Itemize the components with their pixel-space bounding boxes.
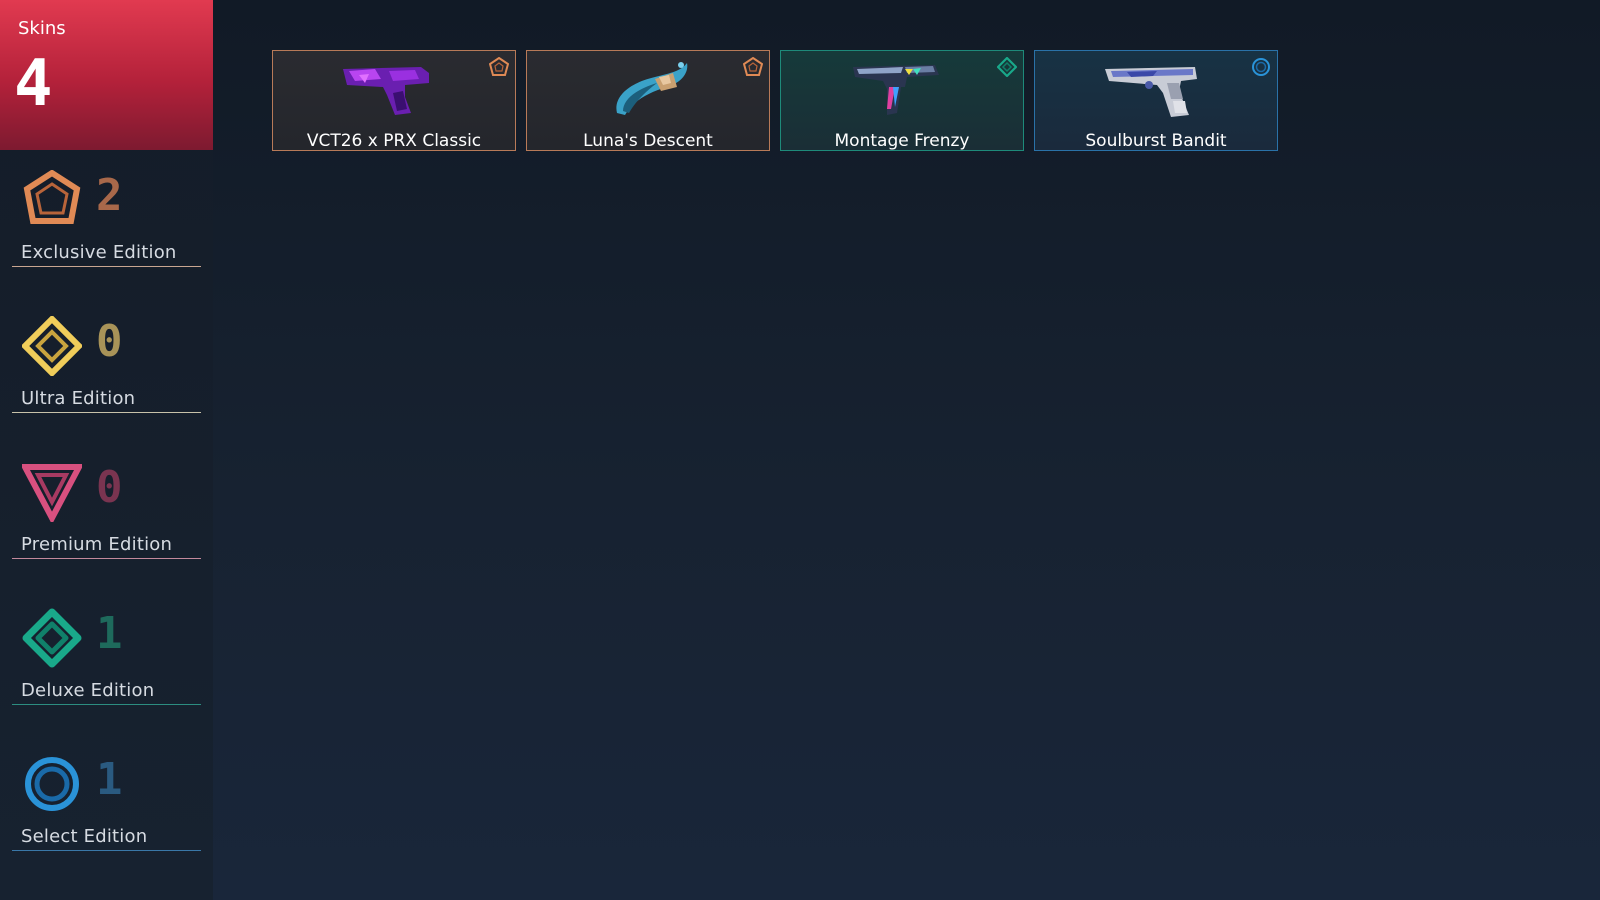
premium-edition-icon: [22, 464, 82, 522]
collection-page: Skins 4 2 Exclusive Edition 0 Ultra Edit…: [0, 0, 1600, 900]
select-edition-count: 1: [96, 754, 123, 805]
ultra-edition-icon: [22, 316, 82, 376]
skins-total-count: 4: [14, 47, 53, 121]
tier-divider: [12, 704, 201, 705]
tier-select-edition[interactable]: 1 Select Edition: [12, 754, 201, 854]
exclusive-edition-icon: [743, 57, 763, 76]
exclusive-edition-icon: [489, 57, 509, 76]
tier-deluxe-edition[interactable]: 1 Deluxe Edition: [12, 608, 201, 708]
skin-card-soulburst-bandit[interactable]: Soulburst Bandit: [1034, 50, 1278, 151]
frenzy-pistol-icon: [853, 65, 939, 115]
tier-exclusive-edition[interactable]: 2 Exclusive Edition: [12, 170, 201, 270]
premium-edition-label: Premium Edition: [21, 534, 173, 555]
select-edition-label: Select Edition: [21, 826, 148, 847]
premium-edition-count: 0: [96, 462, 123, 513]
skins-title: Skins: [18, 18, 66, 39]
exclusive-edition-label: Exclusive Edition: [21, 242, 177, 263]
deluxe-edition-label: Deluxe Edition: [21, 680, 155, 701]
select-edition-icon: [25, 757, 79, 811]
ultra-edition-count: 0: [96, 316, 123, 367]
exclusive-edition-icon: [23, 170, 81, 224]
skin-name: Luna's Descent: [583, 131, 713, 151]
deluxe-edition-icon: [997, 57, 1017, 77]
tier-premium-edition[interactable]: 0 Premium Edition: [12, 462, 201, 562]
tier-divider: [12, 850, 201, 851]
exclusive-edition-count: 2: [96, 170, 123, 221]
tier-divider: [12, 266, 201, 267]
ultra-edition-label: Ultra Edition: [21, 388, 136, 409]
skin-name: Soulburst Bandit: [1085, 131, 1227, 151]
tier-divider: [12, 412, 201, 413]
deluxe-edition-icon: [22, 608, 82, 668]
select-edition-icon: [1252, 58, 1270, 76]
tier-ultra-edition[interactable]: 0 Ultra Edition: [12, 316, 201, 416]
skins-header: Skins 4: [0, 0, 213, 150]
skin-name: VCT26 x PRX Classic: [306, 131, 482, 151]
tier-divider: [12, 558, 201, 559]
skin-card-lunas-descent[interactable]: Luna's Descent: [526, 50, 770, 151]
skin-card-vct26-prx-classic[interactable]: VCT26 x PRX Classic: [272, 50, 516, 151]
knife-icon: [616, 62, 688, 115]
bandit-pistol-icon: [1105, 67, 1197, 117]
deluxe-edition-count: 1: [96, 608, 123, 659]
skin-name: Montage Frenzy: [834, 131, 970, 151]
classic-pistol-icon: [343, 67, 429, 115]
sidebar: Skins 4 2 Exclusive Edition 0 Ultra Edit…: [0, 0, 213, 900]
skin-card-montage-frenzy[interactable]: Montage Frenzy: [780, 50, 1024, 151]
